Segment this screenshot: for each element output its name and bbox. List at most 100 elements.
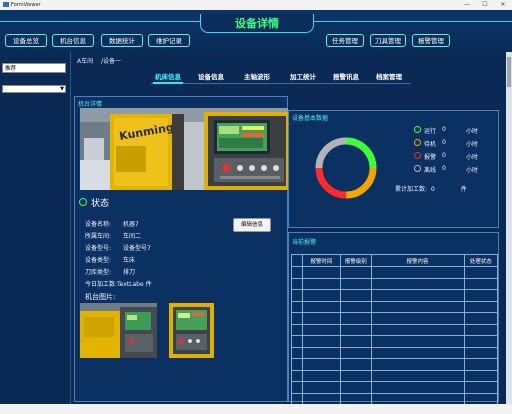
table-cell xyxy=(291,335,303,348)
tab-machine-info[interactable]: 机床信息 xyxy=(155,71,181,81)
table-row[interactable] xyxy=(291,392,499,405)
close-button[interactable]: ✕ xyxy=(496,1,510,9)
legend-unit: 小时 xyxy=(466,154,479,161)
table-cell xyxy=(370,300,465,313)
table-row[interactable] xyxy=(291,358,499,371)
breadcrumb-device[interactable]: /设备一 xyxy=(101,58,121,65)
nav-tool-button[interactable]: 刀具管理 xyxy=(370,34,406,47)
nav-overview-button[interactable]: 设备总览 xyxy=(5,34,47,47)
device-detail-panel: 机台详情 Kunming 状态 设备名称: 机器7 所属车间: 车间二 设备型号… xyxy=(74,96,288,402)
table-cell xyxy=(463,266,499,279)
machine-photo-image: Kunming xyxy=(80,108,288,190)
total-processed-value: 0 xyxy=(430,186,435,193)
tool-magazine-row: 刀库类型: 排刀 xyxy=(85,267,135,276)
table-row[interactable] xyxy=(291,289,499,302)
table-row[interactable] xyxy=(291,346,499,359)
today-count-value: TextLabe 件 xyxy=(117,281,152,288)
offline-indicator-icon xyxy=(414,165,421,172)
table-cell xyxy=(340,346,372,359)
legend-unit: 小时 xyxy=(466,128,479,135)
table-row[interactable] xyxy=(291,312,499,325)
tab-processing-stats[interactable]: 加工统计 xyxy=(290,71,316,81)
nav-statistics-button[interactable]: 数据统计 xyxy=(101,34,143,47)
nav-maintenance-button[interactable]: 维护记录 xyxy=(148,34,190,47)
device-model-row: 设备型号: 设备型号7 xyxy=(85,243,151,252)
table-row[interactable] xyxy=(291,381,499,394)
table-row[interactable] xyxy=(291,369,499,382)
table-cell xyxy=(291,277,303,290)
column-header[interactable]: 处理状态 xyxy=(463,254,499,267)
field-value: 车床 xyxy=(123,257,136,264)
alarm-table-body xyxy=(291,266,499,405)
table-cell xyxy=(301,277,342,290)
table-cell xyxy=(370,392,465,405)
maximize-button[interactable]: ☐ xyxy=(478,1,492,9)
donut-segment-running xyxy=(345,137,377,169)
tab-device-info[interactable]: 设备信息 xyxy=(198,71,224,81)
scrollbar-thumb[interactable] xyxy=(507,57,511,87)
table-row[interactable] xyxy=(291,266,499,279)
field-value: 机器7 xyxy=(123,221,139,228)
search-input[interactable]: 推荐 xyxy=(2,63,66,73)
alarm-table: 报警时间 报警级别 报警内容 处理状态 xyxy=(291,254,499,405)
today-count-row: 今日加工数:TextLabe 件 xyxy=(85,279,152,288)
table-cell xyxy=(301,289,342,302)
table-cell xyxy=(301,369,342,382)
vertical-scrollbar[interactable] xyxy=(506,52,512,404)
donut-segment-alarm xyxy=(315,167,347,199)
table-cell xyxy=(370,266,465,279)
table-row[interactable] xyxy=(291,300,499,313)
table-cell xyxy=(291,289,303,302)
table-row[interactable] xyxy=(291,335,499,348)
running-indicator-icon xyxy=(414,126,421,133)
table-cell xyxy=(370,277,465,290)
table-cell xyxy=(340,266,372,279)
table-cell xyxy=(463,392,499,405)
breadcrumb-workshop[interactable]: A车间 xyxy=(77,58,93,65)
table-cell xyxy=(291,323,303,336)
column-header[interactable]: 报警时间 xyxy=(301,254,342,267)
legend-name: 离线 xyxy=(424,167,437,174)
column-header[interactable]: 报警内容 xyxy=(370,254,465,267)
nav-task-button[interactable]: 任务管理 xyxy=(326,34,364,47)
total-processed-unit: 件 xyxy=(460,186,467,193)
table-cell xyxy=(301,346,342,359)
basic-data-panel: 设备基本数据 运行 0 小时 待机 0 小时 报警 0 小时 离线 0 小时 累… xyxy=(288,110,499,228)
table-cell xyxy=(301,392,342,405)
legend-unit: 小时 xyxy=(466,167,479,174)
legend-name: 运行 xyxy=(424,128,437,135)
table-cell xyxy=(340,300,372,313)
machine-thumbnail[interactable] xyxy=(80,303,157,358)
table-cell xyxy=(291,346,303,359)
minimize-button[interactable]: — xyxy=(460,1,474,9)
device-name-row: 设备名称: 机器7 xyxy=(85,219,139,228)
app-root: 设备详情 设备总览 机台信息 数据统计 维护记录 任务管理 刀具管理 报警管理 … xyxy=(0,10,512,405)
table-cell xyxy=(340,323,372,336)
table-row[interactable] xyxy=(291,277,499,290)
row-index-header xyxy=(291,254,303,267)
breadcrumb: A车间 /设备一 xyxy=(77,56,121,65)
current-alarm-panel: 当前报警 报警时间 报警级别 报警内容 处理状态 xyxy=(288,232,499,405)
column-header[interactable]: 报警级别 xyxy=(340,254,372,267)
tab-alarm-messages[interactable]: 报警讯息 xyxy=(333,71,359,81)
table-cell xyxy=(340,381,372,394)
donut-segment-offline xyxy=(315,137,347,169)
table-cell xyxy=(463,369,499,382)
machine-thumbnail[interactable] xyxy=(169,303,214,358)
total-processed-row: 累计加工数: 0 件 xyxy=(395,184,467,193)
table-cell xyxy=(291,312,303,325)
table-cell xyxy=(463,277,499,290)
device-type-row: 设备类型: 车床 xyxy=(85,255,135,264)
edit-info-button[interactable]: 编辑信息 xyxy=(233,218,271,232)
table-cell xyxy=(340,358,372,371)
table-cell xyxy=(463,289,499,302)
alarm-indicator-icon xyxy=(414,152,421,159)
tab-archive[interactable]: 档案管理 xyxy=(376,71,402,81)
nav-machine-info-button[interactable]: 机台信息 xyxy=(52,34,94,47)
nav-alarm-button[interactable]: 报警管理 xyxy=(412,34,450,47)
table-cell xyxy=(340,335,372,348)
table-row[interactable] xyxy=(291,323,499,336)
table-cell xyxy=(301,381,342,394)
tab-spindle-waveform[interactable]: 主轴波形 xyxy=(244,71,270,81)
device-select[interactable]: ▼ xyxy=(2,85,66,93)
